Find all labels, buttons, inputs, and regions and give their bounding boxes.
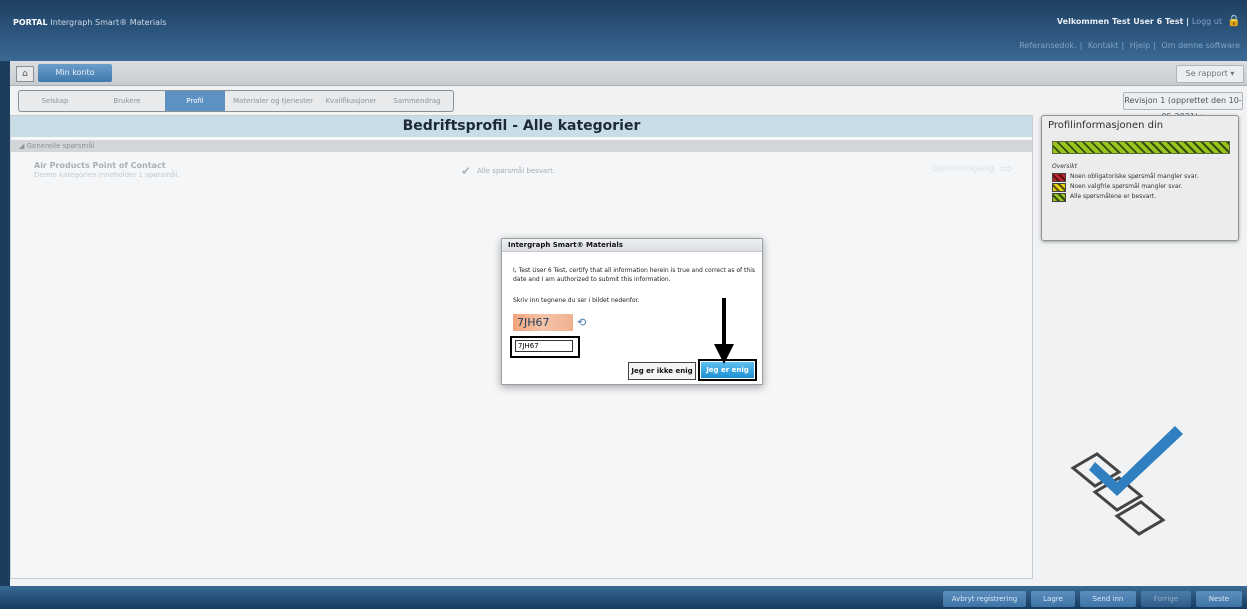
section-label: Generelle spørsmål xyxy=(26,142,95,150)
legend-label-red: Noen obligatoriske spørsmål mangler svar… xyxy=(1070,173,1199,180)
arrow-right-icon[interactable]: ⇨ xyxy=(1001,161,1013,177)
lock-icon: 🔒 xyxy=(1227,14,1241,27)
brand-label: PORTAL xyxy=(13,18,48,27)
cancel-registration-button[interactable]: Avbryt registrering xyxy=(943,591,1026,607)
legend-heading: Oversikt xyxy=(1052,163,1078,170)
step-selskap[interactable]: Selskap xyxy=(19,91,91,111)
progress-bar xyxy=(1052,141,1230,154)
annotation-arrow-icon xyxy=(714,298,734,364)
refresh-captcha-icon[interactable]: ⟲ xyxy=(577,316,586,329)
legend-yellow-swatch xyxy=(1052,183,1066,192)
revision-select[interactable]: Revisjon 1 (opprettet den 10-05-2021) ▾ xyxy=(1123,92,1243,121)
submit-button[interactable]: Send inn xyxy=(1080,591,1136,607)
view-report-label: Se rapport xyxy=(1185,69,1228,78)
logout-link[interactable]: Logg ut xyxy=(1192,17,1222,26)
nav-about[interactable]: Om denne software xyxy=(1161,41,1240,50)
nav-reference[interactable]: Referansedok. xyxy=(1019,41,1076,50)
legend-red-swatch xyxy=(1052,173,1066,182)
profile-info-panel: Profilinformasjonen din Oversikt Noen ob… xyxy=(1041,115,1239,241)
product-label: Intergraph Smart® Materials xyxy=(50,18,167,27)
step-brukere[interactable]: Brukere xyxy=(91,91,163,111)
category-status: Alle spørsmål besvart. xyxy=(477,167,556,175)
step-sammendrag[interactable]: Sammendrag xyxy=(381,91,453,111)
tab-strip xyxy=(10,61,1247,86)
previous-button[interactable]: Forrige xyxy=(1141,591,1191,607)
category-title[interactable]: Air Products Point of Contact xyxy=(34,161,166,170)
check-icon: ✔ xyxy=(461,164,472,178)
captcha-image: 7JH67 xyxy=(513,314,573,331)
disagree-button[interactable]: Jeg er ikke enig xyxy=(628,362,696,380)
top-nav: Referansedok. | Kontakt | Hjelp | Om denne … xyxy=(1019,41,1240,50)
review-link[interactable]: Gjennomgang xyxy=(931,164,994,174)
section-header[interactable]: ◢ Generelle spørsmål xyxy=(11,140,1032,152)
home-icon[interactable]: ⌂ xyxy=(16,66,34,82)
checklist-illustration-icon xyxy=(1070,426,1183,536)
tab-min-konto[interactable]: Min konto xyxy=(38,64,112,82)
app-title: PORTAL Intergraph Smart® Materials xyxy=(13,18,166,27)
save-button[interactable]: Lagre xyxy=(1031,591,1075,607)
legend-green-swatch xyxy=(1052,193,1066,202)
captcha-input[interactable] xyxy=(515,340,573,352)
dialog-title: Intergraph Smart® Materials xyxy=(502,239,762,252)
step-profil[interactable]: Profil xyxy=(165,91,225,111)
legend-label-green: Alle spørsmålene er besvart. xyxy=(1070,193,1157,200)
page-title: Bedriftsprofil - Alle kategorier xyxy=(11,116,1032,137)
welcome-text: Velkommen Test User 6 Test | xyxy=(1056,17,1190,26)
step-kvalifikasjoner[interactable]: Kvalifikasjoner xyxy=(321,91,381,111)
captcha-prompt: Skriv inn tegnene du ser i bildet nedenf… xyxy=(513,297,640,304)
agree-button[interactable]: Jeg er enig xyxy=(701,362,754,378)
nav-contact[interactable]: Kontakt xyxy=(1088,41,1119,50)
view-report-button[interactable]: Se rapport ▾ xyxy=(1176,65,1244,83)
next-button[interactable]: Neste xyxy=(1196,591,1242,607)
step-materialer[interactable]: Materialer og tjenester xyxy=(225,91,321,111)
legend-label-yellow: Noen valgfrie spørsmål mangler svar. xyxy=(1070,183,1183,190)
nav-help[interactable]: Hjelp xyxy=(1130,41,1150,50)
top-banner xyxy=(0,0,1247,61)
certify-text: I, Test User 6 Test, certify that all in… xyxy=(513,267,756,283)
welcome-message: Velkommen Test User 6 Test | Logg ut xyxy=(1057,17,1222,26)
profile-title: Profilinformasjonen din xyxy=(1048,120,1164,131)
step-breadcrumb: Selskap Brukere Profil Materialer og tje… xyxy=(18,90,454,112)
category-subtitle: Denne kategorien inneholder 1 spørsmål. xyxy=(34,171,180,179)
